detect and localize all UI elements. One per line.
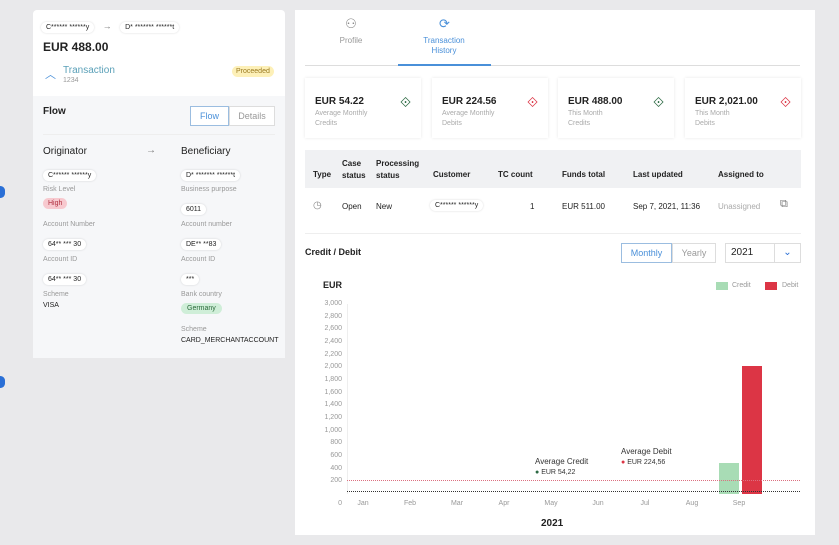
y-tick: 1,600 (324, 388, 342, 396)
originator-title: Originator (43, 146, 87, 157)
chevron-up-icon[interactable]: ︿ (45, 66, 56, 82)
scheme-label: Scheme (43, 291, 69, 298)
scheme-label: Scheme (181, 326, 207, 333)
annotation-tooltip: Average Debit ● EUR 224,56 (617, 445, 676, 468)
x-tick: May (544, 500, 558, 507)
flow-section: Flow Flow Details Originator → Beneficia… (33, 96, 285, 358)
transaction-card: C****** ******y → D* ******* ******t EUR… (33, 10, 285, 358)
details-toggle[interactable]: Details (229, 106, 275, 126)
credit-bar[interactable] (719, 463, 739, 494)
account-id-value: 64** *** 30 (43, 274, 87, 285)
country-badge: Germany (181, 303, 222, 314)
account-number-value: DE** **83 (181, 239, 222, 250)
risk-label: Risk Level (43, 186, 76, 193)
x-tick: Sep (732, 500, 746, 507)
y-tick: 2,600 (324, 325, 342, 333)
account-number-value: 64** *** 30 (43, 239, 87, 250)
main-panel: ⚇ Profile ⟳ Transaction History EUR 54.2… (295, 10, 815, 535)
x-tick: Jul (640, 500, 650, 507)
y-tick: 0 (338, 500, 342, 507)
y-tick: 1,000 (324, 426, 342, 434)
y-tick: 200 (330, 477, 342, 485)
y-tick: 1,400 (324, 401, 342, 409)
arrow-right-icon: → (102, 21, 112, 31)
annotation-tooltip: Average Credit ● EUR 54,22 (531, 455, 593, 478)
x-tick: Apr (498, 500, 510, 507)
y-tick: 400 (330, 464, 342, 472)
account-id-label: Account ID (181, 256, 216, 263)
x-tick: Mar (450, 500, 464, 507)
debit-bar[interactable] (742, 366, 762, 494)
country-label: Bank country (181, 291, 222, 298)
to-party: D* ******* ******t (120, 22, 180, 33)
from-party: C****** ******y (41, 22, 95, 33)
y-tick: 3,000 (324, 300, 342, 307)
purpose-label: Business purpose (181, 186, 237, 193)
originator-name: C****** ******y (43, 170, 97, 181)
risk-badge: High (43, 198, 68, 209)
account-id-value: *** (181, 274, 200, 285)
arrow-right-icon: → (146, 145, 156, 156)
y-tick: 2,400 (324, 338, 342, 345)
y-tick: 2,200 (324, 350, 342, 358)
beneficiary-title: Beneficiary (181, 146, 231, 157)
y-tick: 1,200 (324, 414, 342, 421)
average-credit-line (347, 490, 800, 492)
scroll-marker (0, 186, 5, 198)
x-tick: Feb (403, 500, 417, 507)
y-tick: 1,800 (324, 376, 342, 383)
y-tick: 2,800 (324, 312, 342, 320)
purpose-value: 6011 (181, 204, 207, 215)
average-debit-line (347, 479, 800, 481)
x-tick: Jun (592, 500, 604, 507)
account-number-label: Account number (181, 221, 232, 228)
x-tick: Aug (685, 500, 699, 507)
transaction-label[interactable]: Transaction (63, 65, 115, 76)
status-badge: Proceeded (232, 66, 274, 77)
account-number-label: Account Number (43, 221, 96, 228)
transaction-id: 1234 (63, 77, 79, 84)
x-axis-label: 2021 (541, 518, 564, 529)
flow-title: Flow (43, 106, 66, 117)
y-tick: 800 (330, 439, 342, 447)
y-tick: 600 (330, 452, 342, 459)
scheme-value: CARD_MERCHANTACCOUNT (181, 337, 279, 344)
account-id-label: Account ID (43, 256, 78, 263)
amount: EUR 488.00 (43, 40, 109, 54)
x-tick: Jan (357, 500, 369, 507)
scroll-marker (0, 376, 5, 388)
beneficiary-name: D* ******* ******t (181, 170, 241, 181)
credit-debit-chart: 0 200 400 600 800 1,000 1,200 1,400 1,600 1,800 2,… (295, 10, 815, 535)
flow-toggle[interactable]: Flow (190, 106, 229, 126)
scheme-value: VISA (43, 302, 59, 309)
y-tick: 2,000 (324, 363, 342, 371)
